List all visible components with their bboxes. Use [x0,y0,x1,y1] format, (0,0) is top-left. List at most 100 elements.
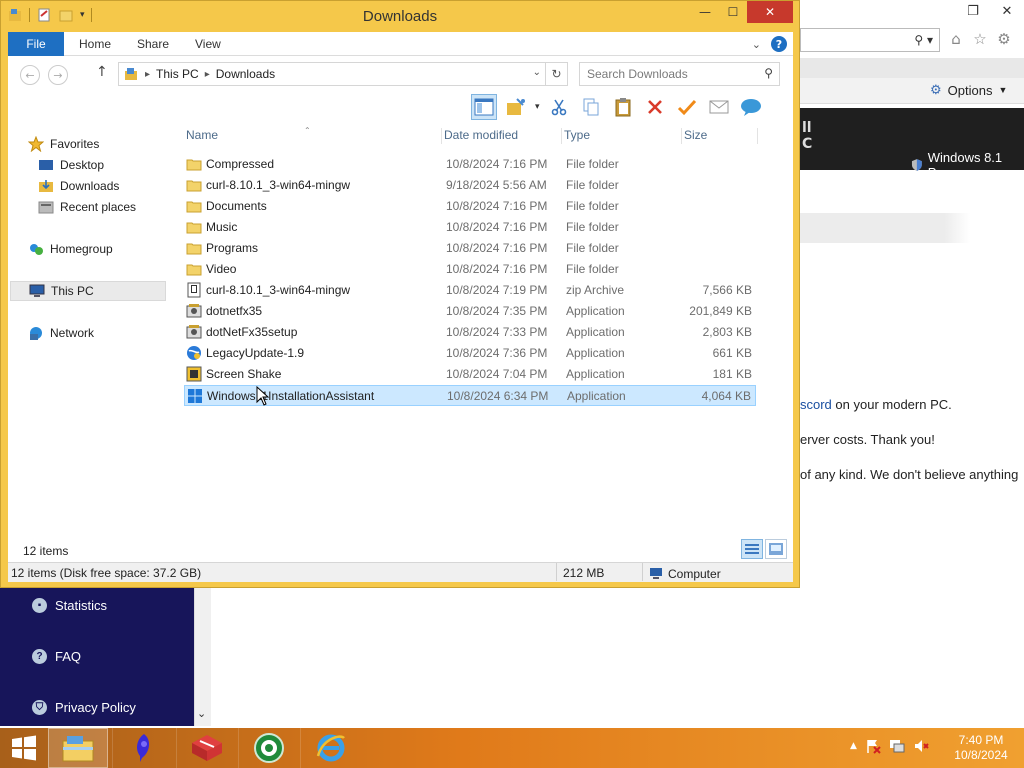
file-date-modified: 10/8/2024 6:34 PM [447,389,549,403]
nav-item-desktop[interactable]: Desktop [38,155,104,175]
title-bar[interactable]: ▾ Downloads — ☐ ✕ [1,1,799,31]
file-name: LegacyUpdate-1.9 [206,346,305,360]
chevron-down-icon[interactable]: ▾ [535,102,540,112]
taskbar-file-explorer[interactable] [48,728,108,768]
share-bubble-icon[interactable] [738,94,764,120]
file-name: Compressed [206,157,275,171]
navigation-pane: Favorites Desktop Downloads Recent place… [8,124,184,536]
file-row[interactable]: Screen Shake 10/8/2024 7:04 PM Application… [184,364,756,385]
red-box-app-icon [191,735,222,761]
file-row[interactable]: Documents 10/8/2024 7:16 PM File folder [184,196,756,217]
page-scrollbar[interactable]: ⌄ [194,588,211,726]
file-row[interactable]: dotNetFx35setup 10/8/2024 7:33 PM Applicat… [184,322,756,343]
network-status-icon[interactable] [889,738,905,754]
file-row[interactable]: Programs 10/8/2024 7:16 PM File folder [184,238,756,259]
refresh-button[interactable]: ↻ [545,63,567,85]
email-icon[interactable] [706,94,732,120]
paste-icon[interactable] [610,94,636,120]
chevron-right-icon[interactable]: ▸ [205,69,210,80]
file-row[interactable]: Music 10/8/2024 7:16 PM File folder [184,217,756,238]
file-row[interactable]: Video 10/8/2024 7:16 PM File folder [184,259,756,280]
page-text-line: of any kind. We don't believe anything [800,467,1019,482]
column-header-date[interactable]: Date modified [442,128,562,144]
rename-check-icon[interactable] [674,94,700,120]
chevron-down-icon[interactable]: ⌄ [533,67,541,78]
help-icon[interactable]: ? [771,36,787,52]
sidebar-item-faq[interactable]: ? FAQ [32,649,81,664]
page-text: on your modern PC. [831,397,952,412]
search-input[interactable]: Search Downloads ⚲ [579,62,780,86]
sidebar-item-statistics[interactable]: ▪ Statistics [32,598,107,613]
taskbar-green-app[interactable] [238,728,298,768]
gear-icon[interactable]: ⚙ [994,28,1014,50]
folder-options-icon[interactable] [503,94,529,120]
close-icon[interactable]: ✕ [990,0,1024,22]
feather-app-icon [136,734,149,762]
details-status: 12 items [8,536,793,562]
home-icon[interactable]: ⌂ [946,28,966,50]
tab-file[interactable]: File [8,32,64,56]
nav-item-this-pc[interactable]: This PC [10,281,166,301]
file-row[interactable]: Compressed 10/8/2024 7:16 PM File folder [184,154,756,175]
breadcrumb-downloads[interactable]: Downloads [216,67,275,81]
chevron-down-icon[interactable]: ⌄ [197,707,206,720]
browser-address-bar[interactable]: ⚲ ▾ [800,28,940,52]
delete-icon[interactable] [642,94,668,120]
nav-item-downloads[interactable]: Downloads [38,176,119,196]
folder-icon [186,240,202,256]
tab-share[interactable]: Share [137,32,169,56]
file-row[interactable]: LegacyUpdate-1.9 10/8/2024 7:36 PM Applica… [184,343,756,364]
copy-icon[interactable] [578,94,604,120]
action-center-flag-icon[interactable] [865,738,881,754]
sidebar-item-privacy-policy[interactable]: ⛉ Privacy Policy [32,700,136,715]
nav-item-recent-places[interactable]: Recent places [38,197,136,217]
chevron-right-icon[interactable]: ▸ [145,69,150,80]
system-clock[interactable]: 7:40 PM 10/8/2024 [946,733,1016,763]
tab-home[interactable]: Home [79,32,111,56]
favorites-star-icon[interactable]: ☆ [970,28,990,50]
nav-item-network[interactable]: Network [28,323,94,343]
details-view-button[interactable] [741,539,763,559]
tab-view[interactable]: View [195,32,221,56]
ribbon-tabs: File Home Share View ⌄ ? [8,32,793,56]
maximize-button[interactable]: ☐ [719,1,747,23]
cut-icon[interactable] [546,94,572,120]
up-button[interactable]: ↑ [96,64,108,80]
column-header-name[interactable]: Name ⌃ [184,126,442,144]
minimize-button[interactable]: — [691,1,719,23]
forward-button[interactable]: → [48,65,68,85]
large-icons-view-button[interactable] [765,539,787,559]
file-date-modified: 10/8/2024 7:16 PM [446,220,548,234]
column-label: Type [564,128,591,142]
file-explorer-window: ▾ Downloads — ☐ ✕ File Home Share View ⌄… [0,0,800,588]
page-text-line: scord on your modern PC. [800,397,952,412]
taskbar-red-box-app[interactable] [176,728,236,768]
volume-muted-icon[interactable] [913,738,929,754]
search-icon[interactable]: ⚲ ▾ [914,33,933,47]
search-icon[interactable]: ⚲ [764,66,773,80]
file-row[interactable]: curl-8.10.1_3-win64-mingw 10/8/2024 7:19 … [184,280,756,301]
expand-ribbon-icon[interactable]: ⌄ [752,38,761,51]
taskbar-internet-explorer[interactable] [300,728,360,768]
page-link[interactable]: scord [800,397,832,412]
clock-time: 7:40 PM [958,733,1004,747]
address-bar[interactable]: ▸ This PC ▸ Downloads ⌄ ↻ [118,62,568,86]
file-row[interactable]: curl-8.10.1_3-win64-mingw 9/18/2024 5:56 … [184,175,756,196]
column-header-size[interactable]: Size [682,128,758,144]
browser-tab-strip [800,58,1024,78]
column-header-type[interactable]: Type [562,128,682,144]
taskbar-feather-app[interactable] [112,728,172,768]
chevron-up-icon[interactable]: ▲ [850,741,857,751]
nav-label: Favorites [50,137,100,151]
nav-item-favorites[interactable]: Favorites [28,134,99,154]
nav-item-homegroup[interactable]: Homegroup [28,239,113,259]
options-menu[interactable]: ⚙ Options ▼ [930,82,1007,98]
file-row[interactable]: dotnetfx35 10/8/2024 7:35 PM Application 20… [184,301,756,322]
restore-icon[interactable]: ❐ [956,0,990,22]
preview-pane-icon[interactable] [471,94,497,120]
mouse-cursor-icon [256,386,270,406]
breadcrumb-this-pc[interactable]: This PC [156,67,199,81]
start-button[interactable] [0,728,48,768]
back-button[interactable]: ← [20,65,40,85]
close-button[interactable]: ✕ [747,1,793,23]
